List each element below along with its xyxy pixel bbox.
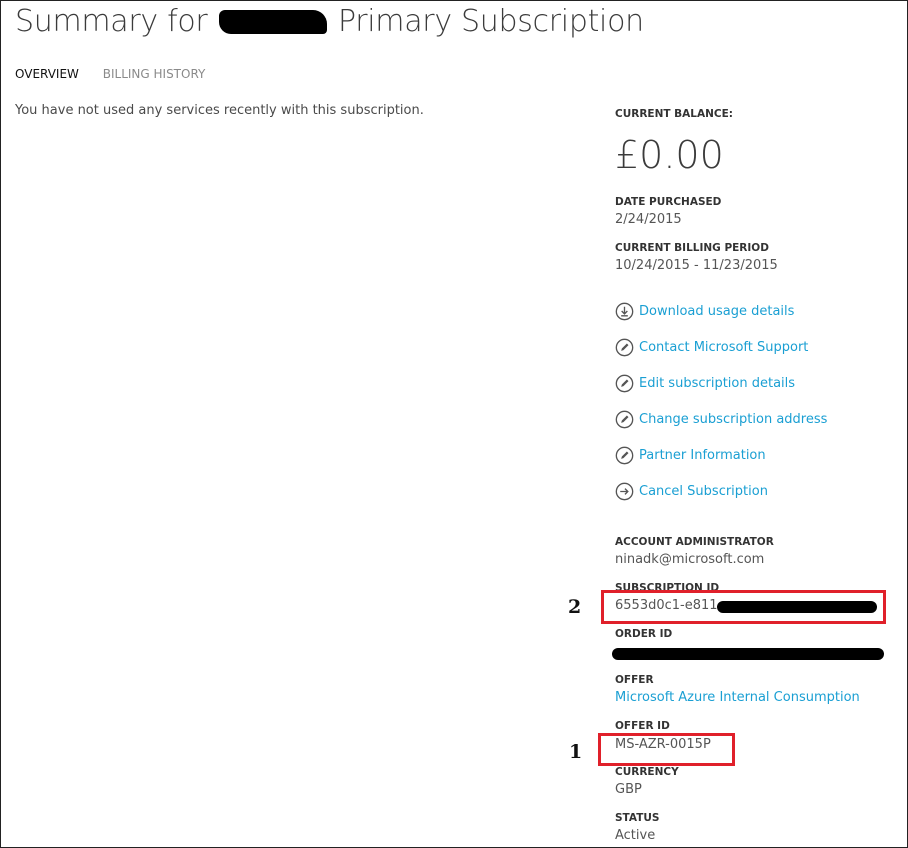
billing-period-value: 10/24/2015 - 11/23/2015 [615, 258, 778, 273]
action-label: Edit subscription details [639, 375, 796, 391]
download-icon [615, 302, 634, 320]
status-label: STATUS [615, 812, 660, 824]
title-suffix: Primary Subscription [337, 4, 644, 39]
action-edit-subscription[interactable]: Edit subscription details [615, 371, 795, 395]
action-label: Contact Microsoft Support [639, 339, 809, 355]
admin-value: ninadk@microsoft.com [615, 552, 765, 567]
offer-link[interactable]: Microsoft Azure Internal Consumption [615, 690, 860, 705]
action-change-address[interactable]: Change subscription address [615, 407, 827, 431]
pencil-icon [615, 446, 634, 464]
highlight-box-offer-id [598, 733, 735, 766]
balance-label: CURRENT BALANCE: [615, 108, 733, 120]
tab-bar: OVERVIEW BILLING HISTORY [15, 67, 225, 81]
date-purchased-label: DATE PURCHASED [615, 196, 722, 208]
balance-value: £0.00 [615, 133, 724, 177]
title-prefix: Summary for [15, 4, 208, 39]
action-label: Partner Information [639, 447, 766, 463]
arrow-right-icon [615, 482, 634, 500]
offer-label: OFFER [615, 674, 654, 686]
action-label: Download usage details [639, 303, 795, 319]
admin-label: ACCOUNT ADMINISTRATOR [615, 536, 774, 548]
pencil-icon [615, 410, 634, 428]
no-usage-message: You have not used any services recently … [15, 103, 424, 118]
pencil-icon [615, 374, 634, 392]
action-label: Cancel Subscription [639, 483, 768, 499]
action-cancel-subscription[interactable]: Cancel Subscription [615, 479, 768, 503]
annotation-marker-2: 2 [568, 596, 582, 618]
highlight-box-subscription-id [601, 590, 886, 624]
billing-period-label: CURRENT BILLING PERIOD [615, 242, 769, 254]
redacted-order-id [612, 648, 884, 660]
pencil-icon [615, 338, 634, 356]
tab-overview[interactable]: OVERVIEW [15, 67, 79, 81]
page-title: Summary for Primary Subscription [15, 3, 644, 39]
date-purchased-value: 2/24/2015 [615, 212, 682, 227]
offer-id-label: OFFER ID [615, 720, 670, 732]
currency-value: GBP [615, 782, 642, 797]
action-contact-support[interactable]: Contact Microsoft Support [615, 335, 808, 359]
currency-label: CURRENCY [615, 766, 679, 778]
annotation-marker-1: 1 [569, 741, 583, 763]
status-value: Active [615, 828, 656, 843]
action-download-usage[interactable]: Download usage details [615, 299, 794, 323]
redacted-name [218, 9, 327, 34]
tab-billing-history[interactable]: BILLING HISTORY [103, 67, 206, 81]
action-partner-information[interactable]: Partner Information [615, 443, 766, 467]
action-label: Change subscription address [639, 411, 828, 427]
order-id-label: ORDER ID [615, 628, 673, 640]
